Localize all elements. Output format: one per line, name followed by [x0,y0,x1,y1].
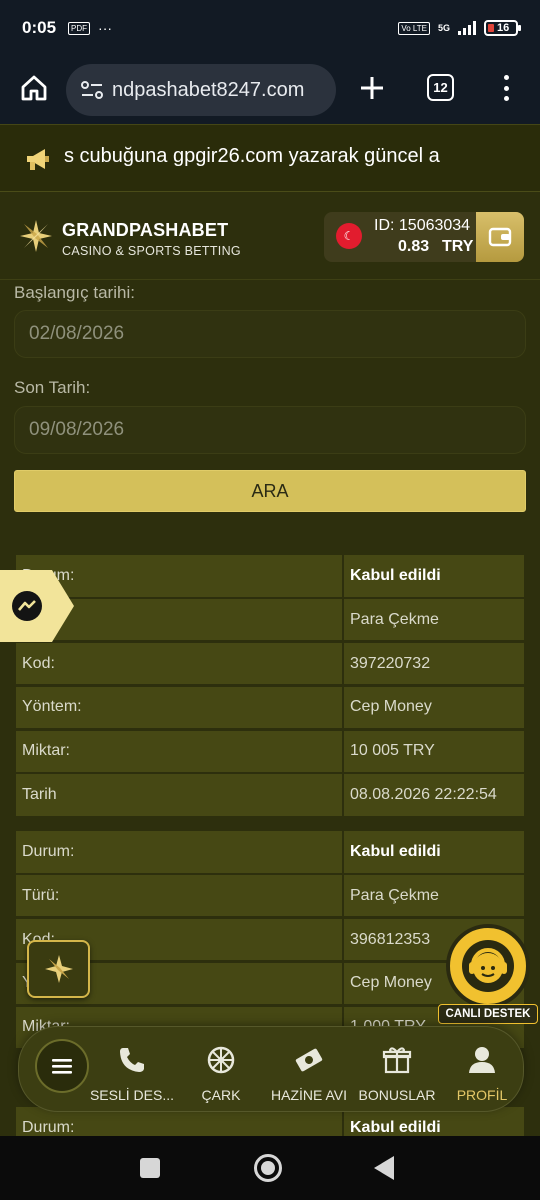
new-tab-icon[interactable] [358,74,386,102]
transaction-card: Durum: Kabul edildi Türü: Para Çekme Kod… [16,555,524,818]
nav-wheel[interactable]: ÇARK [176,1043,266,1103]
field-key: Türü: [16,874,342,917]
brand-star-icon[interactable] [18,218,54,254]
wheel-icon [204,1043,238,1077]
field-key: Kod: [16,642,342,685]
field-value: Para Çekme [344,598,524,641]
messenger-chat-tab[interactable] [0,570,74,642]
support-agent-icon [446,924,530,1008]
account-id: ID: 15063034 [374,217,471,234]
address-bar[interactable]: ndpashabet8247.com [66,64,336,116]
nav-label: SESLİ DES... [89,1087,175,1103]
brand-name: GRANDPASHABET [62,220,229,240]
field-value: 10 005 TRY [344,730,524,773]
announcement-bar: s cubuğuna gpgir26.com yazarak güncel a [0,124,540,192]
treasure-ticket-icon [292,1043,326,1077]
status-right-icons: Vo LTE 5G 16 [398,20,521,36]
announcement-text: s cubuğuna gpgir26.com yazarak güncel a [64,145,440,167]
browser-toolbar: ndpashabet8247.com 12 [0,56,540,124]
user-icon [465,1043,499,1077]
nav-label: PROFİL [456,1087,508,1103]
field-value: Kabul edildi [344,555,524,597]
search-button[interactable]: ARA [14,470,526,512]
floating-star-button[interactable] [27,940,90,998]
table-row: Tarih 08.08.2026 22:22:54 [16,774,524,816]
field-key: Durum: [16,831,342,873]
system-home-icon[interactable] [254,1154,282,1182]
wallet-icon [488,227,512,247]
network-type: 5G [437,23,450,33]
table-row: Durum: Kabul edildi [16,831,524,873]
account-panel[interactable]: ☾ ID: 15063034 0.83 TRY [324,212,524,262]
nav-voice-support[interactable]: SESLİ DES... [87,1043,177,1103]
status-left-icons: PDF ··· [68,20,112,36]
brand-logo[interactable]: GRANDPASHABET CASINO & SPORTS BETTING [62,220,241,258]
nav-bonuses[interactable]: BONUSLAR [352,1043,442,1103]
field-key: Yöntem: [16,686,342,729]
back-icon[interactable] [374,1156,394,1180]
brand-tagline: CASINO & SPORTS BETTING [62,244,241,258]
site-header: GRANDPASHABET CASINO & SPORTS BETTING ☾ … [0,192,540,280]
status-time: 0:05 [22,18,57,37]
url-text: ndpashabet8247.com [112,78,305,101]
field-value: Kabul edildi [344,831,524,873]
signal-icon [458,21,476,35]
battery-level: 16 [497,22,510,34]
start-date-label: Başlangıç tarihi: [14,283,135,302]
browser-menu-icon[interactable] [500,72,512,104]
site-settings-icon[interactable] [80,80,104,100]
table-row: Durum: Kabul edildi [16,555,524,597]
support-label: CANLI DESTEK [438,1004,538,1024]
star-icon [44,955,73,983]
table-row: Türü: Para Çekme [16,598,524,641]
field-value: Para Çekme [344,874,524,917]
recent-apps-icon[interactable] [140,1158,160,1178]
field-value: Cep Money [344,686,524,729]
system-navigation-bar [0,1136,540,1200]
nav-label: HAZİNE AVI [271,1087,347,1103]
wallet-button[interactable] [476,212,524,262]
more-notifications-icon: ··· [98,20,113,36]
menu-button[interactable] [35,1039,89,1093]
bottom-navigation: SESLİ DES... ÇARK HAZİNE AVI BONUSLAR PR… [18,1026,524,1112]
account-currency: TRY [442,238,474,255]
field-key: Miktar: [16,730,342,773]
tab-switcher-button[interactable]: 12 [427,74,454,101]
home-icon[interactable] [18,72,50,104]
nav-treasure-hunt[interactable]: HAZİNE AVI [264,1043,354,1103]
nav-profile[interactable]: PROFİL [437,1043,527,1103]
gift-icon [380,1043,414,1077]
table-row: Yöntem: Cep Money [16,686,524,729]
end-date-input[interactable] [14,406,526,454]
nav-label: BONUSLAR [358,1087,436,1103]
account-balance: 0.83 [398,238,430,255]
hamburger-icon [52,1059,72,1074]
table-row: Kod: 397220732 [16,642,524,685]
field-value: 397220732 [344,642,524,685]
table-row: Miktar: 10 005 TRY [16,730,524,773]
status-bar: 0:05 PDF ··· Vo LTE 5G 16 [0,0,540,56]
end-date-label: Son Tarih: [14,378,91,397]
field-key: Tarih [16,774,342,816]
field-value: 08.08.2026 22:22:54 [344,774,524,816]
live-support-button[interactable]: CANLI DESTEK [438,924,538,1024]
table-row: Türü: Para Çekme [16,874,524,917]
pdf-notification-icon: PDF [68,21,91,35]
battery-icon: 16 [484,20,521,36]
start-date-input[interactable] [14,310,526,358]
megaphone-icon [27,149,49,170]
nav-label: ÇARK [201,1087,241,1103]
volte-icon: Vo LTE [398,21,430,35]
phone-icon [115,1043,149,1077]
turkey-flag-icon: ☾ [336,223,362,249]
